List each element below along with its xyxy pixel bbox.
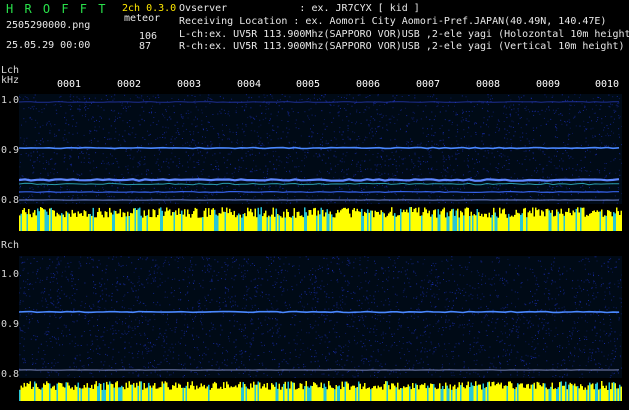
time-tick: 0010 — [595, 79, 620, 90]
time-tick: 0009 — [536, 79, 561, 90]
lch-ytick: 0.8 — [1, 195, 20, 206]
kind-label: meteor — [124, 13, 161, 24]
rch-label: Rch — [1, 240, 20, 251]
lch-ytick: 1.0 — [1, 95, 20, 106]
time-tick: 0006 — [356, 79, 381, 90]
filename-label: 2505290000.png — [6, 20, 91, 31]
rch-level-meter — [19, 381, 622, 401]
time-tick: 0004 — [237, 79, 262, 90]
rch-spectrogram — [19, 256, 622, 378]
time-tick: 0007 — [416, 79, 441, 90]
datetime-label: 25.05.29 00:00 — [6, 40, 91, 51]
time-tick: 0001 — [57, 79, 82, 90]
observer-line: Ovserver : ex. JR7CYX [ kid ] — [179, 3, 420, 14]
lch-ytick: 0.9 — [1, 145, 20, 156]
rch-count: 87 — [139, 41, 152, 52]
lch-spectrogram — [19, 94, 622, 204]
lch-config-line: L-ch:ex. UV5R 113.900Mhz(SAPPORO VOR)USB… — [179, 29, 629, 40]
rch-ytick: 0.9 — [1, 319, 20, 330]
time-tick: 0005 — [296, 79, 321, 90]
location-line: Receiving Location : ex. Aomori City Aom… — [179, 16, 607, 27]
rch-ytick: 0.8 — [1, 369, 20, 380]
rch-ytick: 1.0 — [1, 269, 20, 280]
time-tick: 0008 — [476, 79, 501, 90]
rch-config-line: R-ch:ex. UV5R 113.900Mhz(SAPPORO VOR)USB… — [179, 41, 625, 52]
lch-level-meter — [19, 207, 622, 231]
time-tick: 0003 — [177, 79, 202, 90]
time-tick: 0002 — [117, 79, 142, 90]
app-logo: H R O F F T — [6, 2, 108, 16]
unit-label: kHz — [1, 75, 20, 86]
